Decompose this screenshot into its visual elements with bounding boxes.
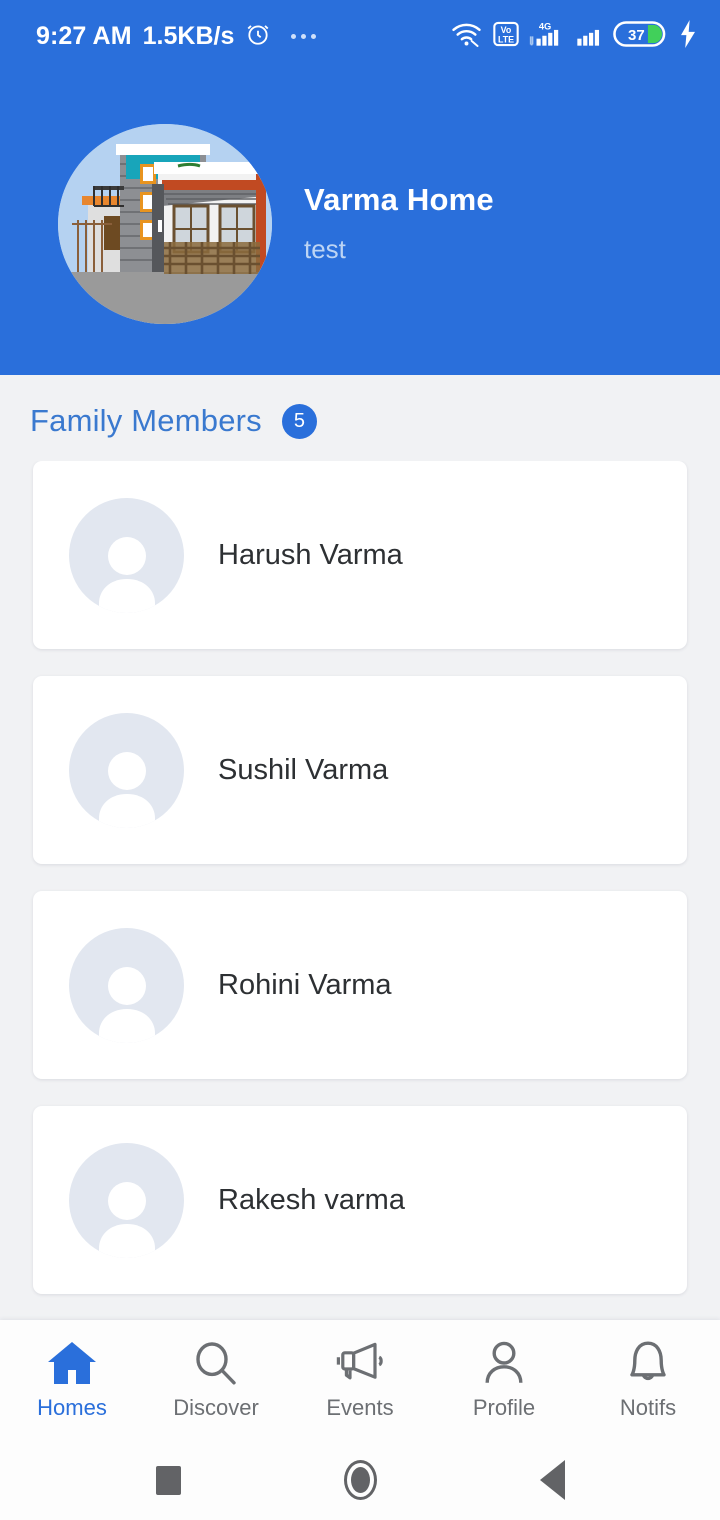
person-placeholder-icon (69, 1142, 184, 1258)
svg-text:4G: 4G (539, 21, 551, 31)
page-title: Varma Home (304, 182, 494, 217)
status-bar-right: Vo LTE 4G 37 (450, 19, 698, 54)
bottom-navigation-bar: Homes Discover Events Profile Notifs (0, 1320, 720, 1440)
square-recents-icon[interactable] (135, 1447, 201, 1513)
tab-label: Events (326, 1394, 394, 1420)
svg-text:Vo: Vo (501, 24, 512, 34)
battery-icon: 37 (613, 19, 669, 54)
home-icon (46, 1340, 98, 1386)
status-bar-left: 9:27 AM 1.5KB/s (36, 21, 317, 52)
lightning-bolt-icon (678, 19, 698, 53)
more-dots-icon (291, 33, 317, 39)
family-members-section-header: Family Members 5 (0, 375, 720, 461)
member-name: Rakesh varma (218, 1183, 405, 1216)
person-placeholder-icon (69, 927, 184, 1043)
home-subtitle: test (304, 234, 346, 264)
person-placeholder-icon (69, 497, 184, 613)
tab-label: Discover (173, 1394, 259, 1420)
tab-notifs[interactable]: Notifs (576, 1340, 720, 1421)
svg-text:LTE: LTE (498, 34, 514, 44)
person-placeholder-icon (69, 712, 184, 828)
tab-label: Homes (37, 1394, 107, 1420)
tab-label: Profile (472, 1394, 536, 1420)
wifi-icon (450, 21, 483, 52)
volte-icon: Vo LTE (492, 20, 520, 53)
alarm-clock-icon (245, 21, 271, 52)
circle-home-icon[interactable] (327, 1447, 393, 1513)
bell-icon (624, 1340, 672, 1386)
family-members-list[interactable]: Harush Varma Sushil Varma Rohini Varma R… (0, 461, 720, 1362)
member-name: Rohini Varma (218, 968, 392, 1001)
search-icon (192, 1340, 240, 1386)
list-item[interactable]: Rakesh varma (33, 1106, 687, 1294)
list-item[interactable]: Sushil Varma (33, 676, 687, 864)
signal-bars-icon: 4G (529, 20, 565, 53)
status-bar: 9:27 AM 1.5KB/s Vo LTE 4G 37 (0, 0, 720, 72)
member-name: Harush Varma (218, 538, 403, 571)
member-name: Sushil Varma (218, 753, 389, 786)
list-item[interactable]: Harush Varma (33, 461, 687, 649)
member-count-badge: 5 (281, 403, 317, 439)
megaphone-icon (334, 1340, 386, 1386)
list-item[interactable]: Rohini Varma (33, 891, 687, 1079)
svg-text:37: 37 (628, 26, 645, 43)
tab-homes[interactable]: Homes (0, 1340, 144, 1421)
status-time: 9:27 AM (36, 21, 132, 50)
android-system-nav (0, 1440, 720, 1520)
home-header: Varma Home test (0, 72, 720, 375)
tab-discover[interactable]: Discover (144, 1340, 288, 1421)
triangle-back-icon[interactable] (519, 1447, 585, 1513)
home-photo-avatar[interactable] (58, 123, 272, 324)
home-info: Varma Home test (304, 182, 494, 265)
person-icon (480, 1340, 528, 1386)
network-speed: 1.5KB/s (142, 21, 235, 50)
tab-events[interactable]: Events (288, 1340, 432, 1421)
tab-label: Notifs (619, 1394, 677, 1420)
signal-bars-icon (574, 20, 604, 53)
section-title: Family Members (30, 403, 262, 438)
tab-profile[interactable]: Profile (432, 1340, 576, 1421)
